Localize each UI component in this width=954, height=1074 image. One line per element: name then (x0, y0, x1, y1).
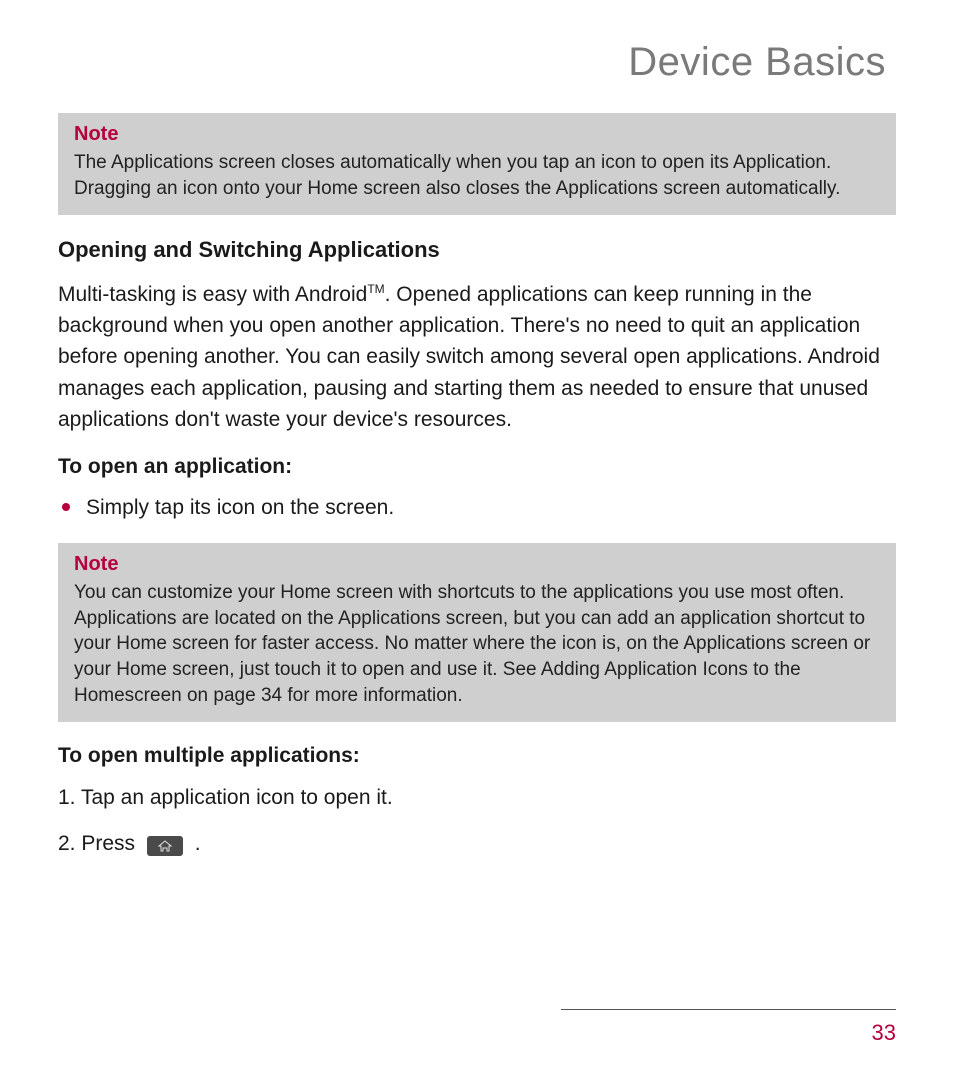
manual-page: Device Basics Note The Applications scre… (0, 0, 954, 1074)
bullet-item: Simply tap its icon on the screen. (58, 493, 896, 523)
note-box-2: Note You can customize your Home screen … (58, 543, 896, 722)
to-open-heading: To open an application: (58, 455, 896, 479)
note-label: Note (74, 123, 880, 146)
body-text-pre: Multi-tasking is easy with Android (58, 283, 367, 306)
home-key-icon (147, 836, 183, 856)
note-box-1: Note The Applications screen closes auto… (58, 113, 896, 215)
step-1: 1. Tap an application icon to open it. (58, 782, 896, 814)
note-body: The Applications screen closes automatic… (74, 150, 880, 201)
section-heading: Opening and Switching Applications (58, 237, 896, 263)
page-footer: 33 (58, 1009, 896, 1046)
page-number: 33 (58, 1020, 896, 1046)
step-2-pre: 2. Press (58, 832, 141, 855)
body-paragraph: Multi-tasking is easy with AndroidTM. Op… (58, 279, 896, 434)
note-body: You can customize your Home screen with … (74, 580, 880, 708)
step-2: 2. Press . (58, 828, 896, 860)
footer-rule (561, 1009, 896, 1010)
step-2-post: . (195, 832, 201, 855)
tm-mark: TM (367, 282, 384, 296)
to-open-multiple-heading: To open multiple applications: (58, 744, 896, 768)
bullet-text: Simply tap its icon on the screen. (86, 493, 394, 523)
bullet-dot-icon (62, 503, 70, 511)
page-title: Device Basics (58, 40, 896, 85)
note-label: Note (74, 553, 880, 576)
